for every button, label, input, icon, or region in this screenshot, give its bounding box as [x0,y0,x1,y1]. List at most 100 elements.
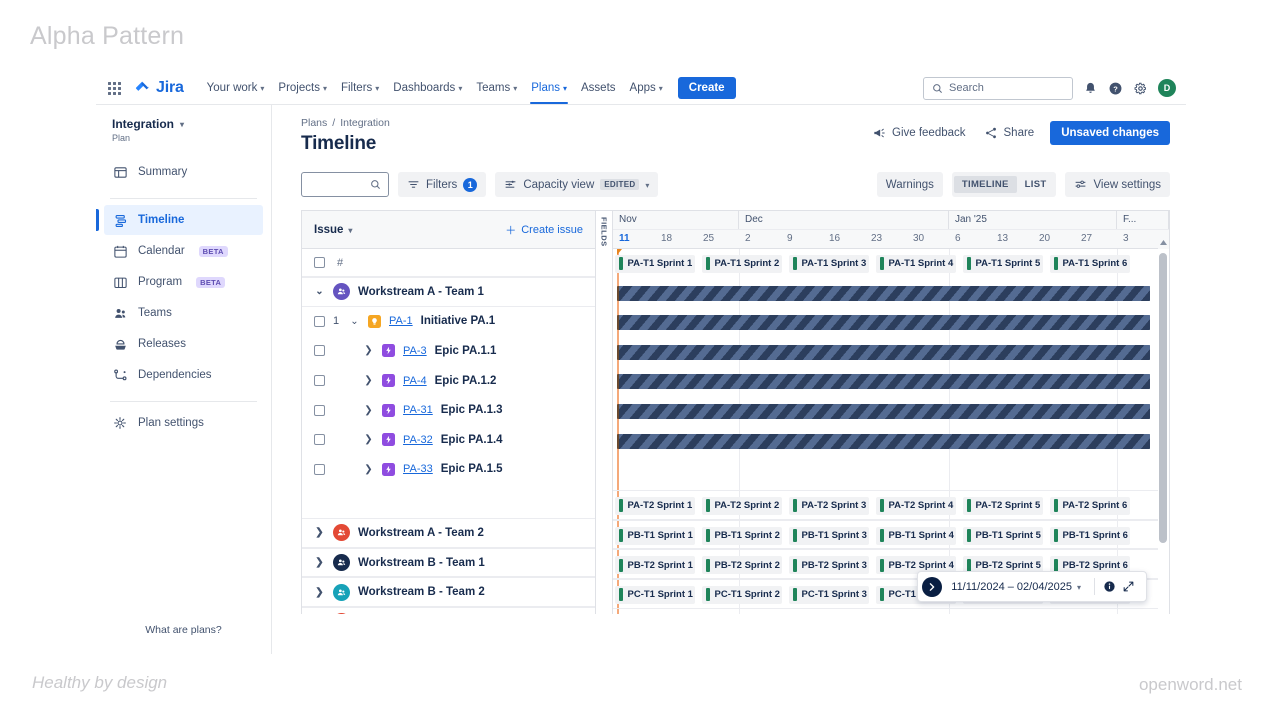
chevron-right-icon[interactable]: ❯ [363,434,374,445]
scrollbar-thumb[interactable] [1159,253,1167,543]
create-issue-button[interactable]: ＋ Create issue [505,222,583,238]
breadcrumb-integration[interactable]: Integration [340,117,390,129]
date-range-selector[interactable]: 11/11/2024 – 02/04/2025 ▾ [944,581,1088,593]
create-button[interactable]: Create [677,77,736,99]
table-row[interactable]: ⌄ Workstream A - Team 1 [302,277,595,307]
plan-switcher[interactable]: Integration ▾ [112,117,257,131]
sidebar-item-timeline[interactable]: Timeline [96,205,263,235]
sidebar-item-program[interactable]: Program BETA [104,267,263,297]
table-row[interactable]: ❯ PA-3 Epic PA.1.1 [302,336,595,366]
issue-key-link[interactable]: PA-32 [403,434,433,446]
sidebar-item-releases[interactable]: Releases [104,329,263,359]
sprint-pill[interactable]: PB-T2 Sprint 1 [615,556,695,575]
notifications-bell-icon[interactable] [1083,81,1098,96]
sprint-pill[interactable]: PB-T2 Sprint 3 [789,556,869,575]
sprint-pill[interactable]: PA-T2 Sprint 2 [702,496,782,515]
scroll-up-arrow[interactable] [1158,235,1169,249]
chevron-down-icon[interactable]: ⌄ [349,316,360,327]
sprint-pill[interactable]: PC-T1 Sprint 2 [702,585,782,604]
timeline-bar[interactable] [617,403,1150,419]
table-row[interactable]: ❯ PA-4 Epic PA.1.2 [302,366,595,396]
table-row[interactable]: ❯ Workstream A - Team 2 [302,518,595,548]
sprint-pill[interactable]: PA-T1 Sprint 1 [615,254,695,273]
chevron-right-icon[interactable]: ❯ [363,405,374,416]
issue-search-input[interactable] [301,172,389,197]
sprint-pill[interactable]: PA-T2 Sprint 4 [876,496,956,515]
gear-icon[interactable] [1133,81,1148,96]
nav-item-filters[interactable]: Filters ▾ [334,74,386,103]
vertical-scrollbar[interactable] [1158,249,1169,614]
breadcrumb-plans[interactable]: Plans [301,117,327,129]
timeline-bar[interactable] [617,374,1150,390]
sidebar-item-plan-settings[interactable]: Plan settings [104,408,263,438]
sprint-pill[interactable]: PA-T1 Sprint 6 [1050,254,1130,273]
issue-key-link[interactable]: PA-1 [389,315,413,327]
share-button[interactable]: Share [982,122,1037,144]
jira-logo[interactable]: Jira [134,79,184,97]
timeline-bar[interactable] [617,315,1150,331]
chevron-right-icon[interactable]: ❯ [363,345,374,356]
row-checkbox[interactable] [314,345,325,357]
sidebar-item-teams[interactable]: Teams [104,298,263,328]
chevron-right-icon[interactable]: ❯ [314,587,325,598]
nav-item-plans[interactable]: Plans ▾ [524,74,574,104]
chevron-right-icon[interactable]: ❯ [363,375,374,386]
what-are-plans-link[interactable]: What are plans? [96,624,271,636]
sprint-pill[interactable]: PA-T2 Sprint 5 [963,496,1043,515]
sprint-pill[interactable]: PB-T2 Sprint 2 [702,556,782,575]
filters-button[interactable]: Filters 1 [398,172,487,197]
sprint-pill[interactable]: PA-T2 Sprint 6 [1050,496,1130,515]
sprint-pill[interactable]: PB-T1 Sprint 5 [963,526,1043,545]
sprint-pill[interactable]: PA-T1 Sprint 2 [702,254,782,273]
timeline-bar[interactable] [617,285,1150,301]
view-settings-button[interactable]: View settings [1065,172,1170,197]
help-icon[interactable]: ? [1108,81,1123,96]
sprint-pill[interactable]: PA-T2 Sprint 3 [789,496,869,515]
sprint-pill[interactable]: PA-T2 Sprint 1 [615,496,695,515]
expand-button[interactable] [1120,578,1137,595]
capacity-view-button[interactable]: Capacity view EDITED ▾ [495,172,659,197]
issue-key-link[interactable]: PA-4 [403,375,427,387]
issue-column-sort[interactable]: Issue ▾ [314,224,352,236]
issue-key-link[interactable]: PA-31 [403,404,433,416]
timeline-bar[interactable] [617,433,1150,449]
table-row[interactable]: ❯ PA-31 Epic PA.1.3 [302,395,595,425]
app-switcher-icon[interactable] [108,80,124,96]
chevron-down-icon[interactable]: ⌄ [314,286,325,297]
table-row[interactable]: 1 ⌄ PA-1 Initiative PA.1 [302,307,595,337]
row-checkbox[interactable] [314,404,325,416]
sprint-pill[interactable]: PC-T1 Sprint 3 [789,585,869,604]
sidebar-item-dependencies[interactable]: Dependencies [104,360,263,390]
row-checkbox[interactable] [314,315,325,327]
chevron-right-icon[interactable]: ❯ [314,527,325,538]
select-all-checkbox[interactable] [314,257,325,268]
table-row[interactable]: ❯ PA-32 Epic PA.1.4 [302,425,595,455]
row-checkbox[interactable] [314,463,325,475]
table-row[interactable]: ❯ Workstream B - Team 1 [302,547,595,578]
nav-item-teams[interactable]: Teams ▾ [469,74,524,103]
sprint-pill[interactable]: PB-T1 Sprint 1 [615,526,695,545]
sprint-pill[interactable]: PA-T1 Sprint 4 [876,254,956,273]
sprint-pill[interactable]: PB-T1 Sprint 6 [1050,526,1130,545]
info-button[interactable] [1101,578,1118,595]
give-feedback-button[interactable]: Give feedback [870,122,968,144]
sprint-pill[interactable]: PB-T1 Sprint 4 [876,526,956,545]
unsaved-changes-button[interactable]: Unsaved changes [1050,121,1170,145]
chevron-right-icon[interactable]: ❯ [314,557,325,568]
timeline-bar[interactable] [617,344,1150,360]
user-avatar[interactable]: D [1158,79,1176,97]
issue-key-link[interactable]: PA-3 [403,345,427,357]
global-search-input[interactable]: Search [923,76,1073,100]
sidebar-item-calendar[interactable]: Calendar BETA [104,236,263,266]
sprint-pill[interactable]: PB-T1 Sprint 2 [702,526,782,545]
row-checkbox[interactable] [314,375,325,387]
sprint-pill[interactable]: PB-T1 Sprint 3 [789,526,869,545]
warnings-button[interactable]: Warnings [876,172,943,197]
nav-item-projects[interactable]: Projects ▾ [271,74,334,103]
sprint-pill[interactable]: PC-T1 Sprint 1 [615,585,695,604]
table-row[interactable]: ❯ Workstream C - Team 1 [302,606,595,614]
fields-tab[interactable]: FIELDS [596,211,613,614]
chevron-right-icon[interactable]: ❯ [363,464,374,475]
row-checkbox[interactable] [314,434,325,446]
nav-item-assets[interactable]: Assets [574,74,623,103]
